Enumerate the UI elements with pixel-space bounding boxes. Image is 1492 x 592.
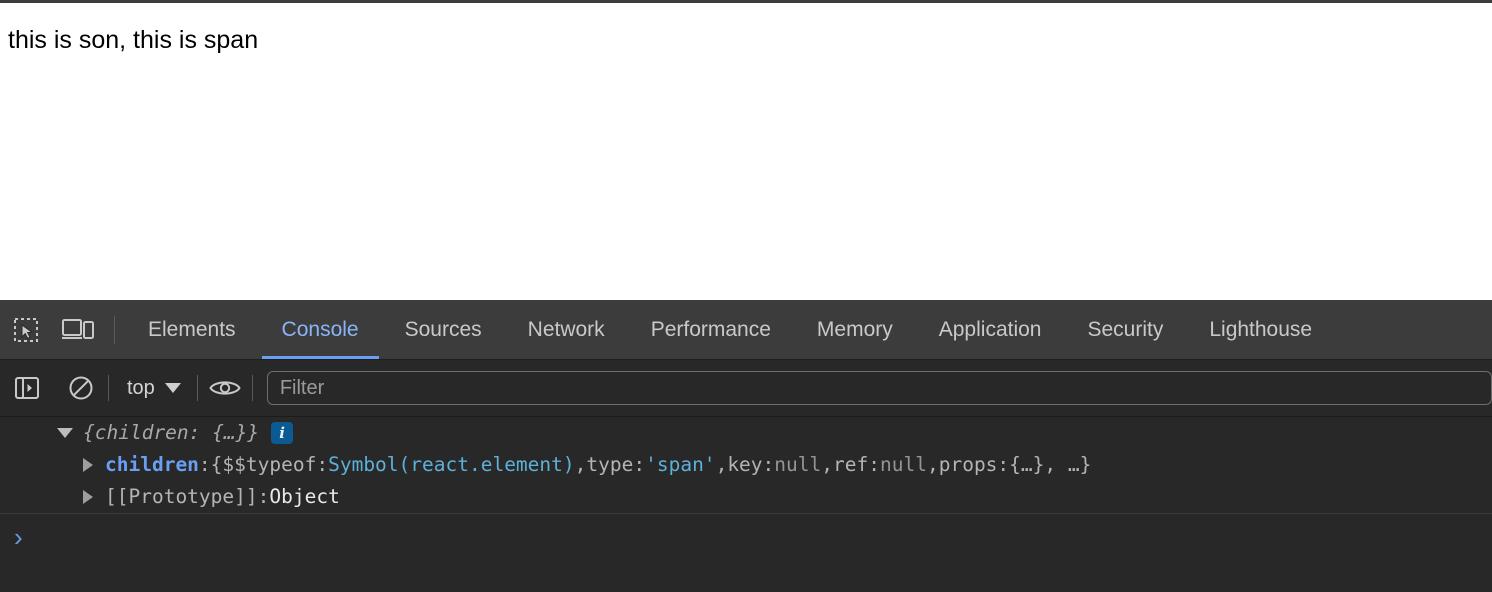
tab-label: Lighthouse xyxy=(1209,317,1313,341)
console-filter-input[interactable]: Filter xyxy=(266,371,1492,405)
chevron-down-icon xyxy=(164,383,181,393)
row-tail: , …} xyxy=(1044,453,1092,476)
triangle-down-icon[interactable] xyxy=(57,428,73,438)
tab-application[interactable]: Application xyxy=(916,301,1065,359)
console-context-label: top xyxy=(127,376,155,399)
colon-4: : xyxy=(868,453,880,476)
console-toolbar: top Filter xyxy=(0,360,1492,417)
comma-2: , xyxy=(715,453,728,476)
clear-console-icon[interactable] xyxy=(54,360,108,416)
tab-label: Console xyxy=(281,317,359,341)
symbol-value: Symbol(react.element) xyxy=(328,453,575,476)
page-content-text: this is son, this is span xyxy=(8,26,259,54)
tab-memory[interactable]: Memory xyxy=(794,301,916,359)
tab-label: Security xyxy=(1087,317,1164,341)
colon-2: : xyxy=(633,453,646,476)
info-badge: i xyxy=(271,422,294,444)
console-property-row-prototype[interactable]: [[Prototype]]: Object xyxy=(0,481,1492,513)
type-value: 'span' xyxy=(645,453,716,476)
devtools-window: this is son, this is span Elements Conso… xyxy=(0,0,1492,592)
colon-3: : xyxy=(762,453,775,476)
tab-security[interactable]: Security xyxy=(1064,301,1186,359)
triangle-right-icon[interactable] xyxy=(83,490,93,504)
key-value: null xyxy=(774,453,822,476)
comma-4: , xyxy=(926,453,939,476)
tab-sources[interactable]: Sources xyxy=(382,301,505,359)
console-log-row-object[interactable]: {children: {…}} i xyxy=(0,417,1492,449)
tab-network[interactable]: Network xyxy=(505,301,628,359)
ref-value: null xyxy=(880,453,927,476)
console-toolbar-divider-3 xyxy=(251,375,253,401)
tab-label: Elements xyxy=(148,317,236,341)
devtools-tabbar: Elements Console Sources Network Perform… xyxy=(0,300,1492,360)
sidebar-toggle-icon[interactable] xyxy=(0,360,54,416)
console-filter-placeholder: Filter xyxy=(279,376,325,399)
prototype-colon: : xyxy=(257,485,270,508)
props-key: props xyxy=(938,453,998,476)
tab-performance[interactable]: Performance xyxy=(628,301,794,359)
console-property-row-children[interactable]: children: {$$typeof: Symbol(react.elemen… xyxy=(0,449,1492,481)
property-colon: : xyxy=(198,453,211,476)
tab-label: Sources xyxy=(404,317,482,341)
comma-3: , xyxy=(821,453,834,476)
triangle-right-icon[interactable] xyxy=(83,458,93,472)
tab-lighthouse[interactable]: Lighthouse xyxy=(1186,301,1335,359)
console-output-area: {children: {…}} i children: {$$typeof: S… xyxy=(0,417,1492,591)
tab-label: Application xyxy=(938,317,1042,341)
console-object-summary: {children: {…}} xyxy=(83,421,260,444)
prototype-label: [[Prototype]] xyxy=(105,485,258,508)
device-toolbar-icon[interactable] xyxy=(52,301,104,359)
inspect-element-icon[interactable] xyxy=(0,301,52,359)
page-viewport: this is son, this is span xyxy=(0,0,1492,300)
open-brace: { xyxy=(210,453,223,476)
key-key: key xyxy=(727,453,763,476)
tab-label: Memory xyxy=(816,317,893,341)
property-key: children xyxy=(105,453,199,476)
prompt-chevron-icon: › xyxy=(14,522,23,552)
live-expression-eye-icon[interactable] xyxy=(198,360,252,416)
devtools-panel: Elements Console Sources Network Perform… xyxy=(0,300,1492,592)
prototype-value: Object xyxy=(269,485,340,508)
console-context-selector[interactable]: top xyxy=(109,371,197,405)
tab-label: Network xyxy=(527,317,605,341)
colon-1: : xyxy=(316,453,329,476)
ref-key: ref xyxy=(833,453,869,476)
console-prompt-row[interactable]: › xyxy=(0,514,1492,560)
tab-label: Performance xyxy=(650,317,771,341)
console-message-group: {children: {…}} i children: {$$typeof: S… xyxy=(0,417,1492,514)
typeof-key: $$typeof xyxy=(222,453,317,476)
props-value: {…} xyxy=(1009,453,1045,476)
tabbar-divider xyxy=(114,315,115,344)
colon-5: : xyxy=(997,453,1010,476)
tab-elements[interactable]: Elements xyxy=(125,301,259,359)
tab-console[interactable]: Console xyxy=(259,301,382,359)
type-key: type xyxy=(586,453,634,476)
comma-1: , xyxy=(574,453,587,476)
